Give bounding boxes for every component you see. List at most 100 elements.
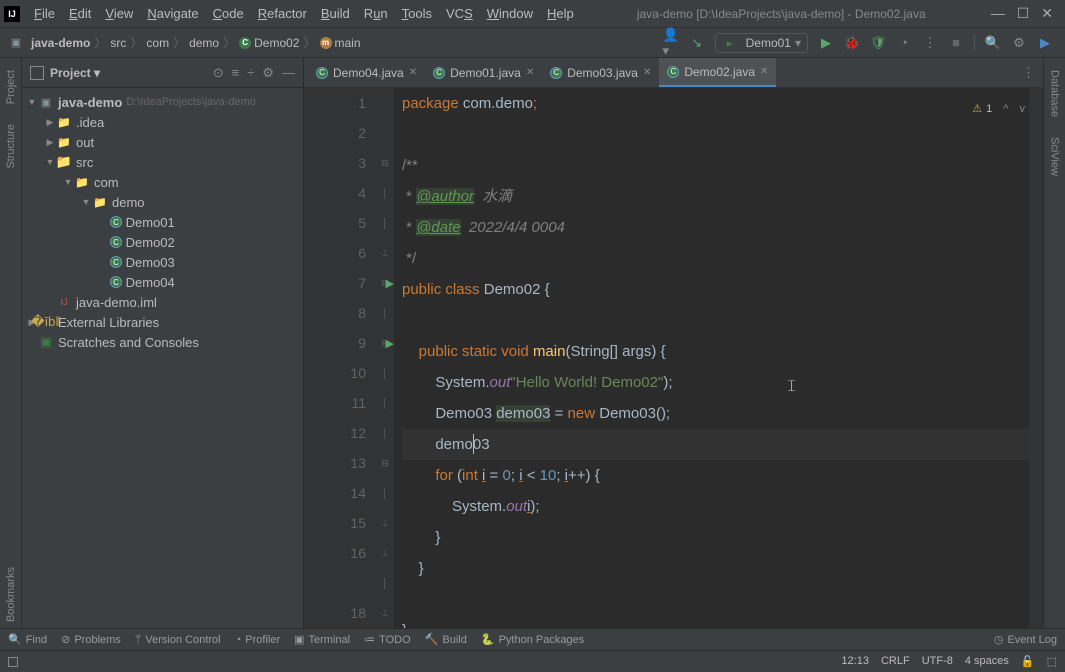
status-line-sep[interactable]: CRLF bbox=[881, 655, 910, 668]
status-encoding[interactable]: UTF-8 bbox=[922, 655, 953, 668]
menu-code[interactable]: Code bbox=[207, 4, 250, 23]
tw-eventlog[interactable]: ◷ Event Log bbox=[994, 633, 1057, 646]
debug-icon[interactable]: 🐞 bbox=[844, 35, 860, 51]
tree-demo02[interactable]: C Demo02 bbox=[22, 232, 303, 252]
plugins-icon[interactable]: ▶ bbox=[1037, 35, 1053, 51]
settings-icon[interactable]: ⚙ bbox=[1011, 35, 1027, 51]
tree-root[interactable]: ▼▣java-demoD:\IdeaProjects\java-demo bbox=[22, 92, 303, 112]
bc-class[interactable]: CDemo02 bbox=[239, 36, 299, 50]
status-tool-icon[interactable] bbox=[8, 657, 18, 667]
run-line-icon[interactable]: ▶ bbox=[386, 277, 394, 290]
tw-vcs[interactable]: ᛘ Version Control bbox=[135, 634, 221, 646]
status-readonly-icon[interactable]: 🔓 bbox=[1021, 655, 1035, 668]
intellij-icon: IJ bbox=[4, 6, 20, 22]
stop-icon[interactable]: ■ bbox=[948, 35, 964, 51]
status-bar: 12:13 CRLF UTF-8 4 spaces 🔓 ⬚ bbox=[0, 650, 1065, 672]
gutter-line: 5 bbox=[304, 208, 376, 238]
minimize-icon[interactable]: — bbox=[991, 5, 1005, 22]
sidebar-settings-icon[interactable]: ⚙ bbox=[262, 65, 274, 81]
tree-ext-libs[interactable]: ▶�ībǁExternal Libraries bbox=[22, 312, 303, 332]
main-area: Project Structure Bookmarks Project ▾ ⊙ … bbox=[0, 58, 1065, 628]
hide-sidebar-icon[interactable]: — bbox=[282, 65, 295, 81]
close-tab-icon[interactable]: ✕ bbox=[643, 67, 651, 78]
tree-demo03[interactable]: C Demo03 bbox=[22, 252, 303, 272]
tree-demo01[interactable]: C Demo01 bbox=[22, 212, 303, 232]
warning-indicator[interactable]: ⚠1 ^ v bbox=[972, 94, 1025, 125]
error-stripe[interactable] bbox=[1029, 88, 1043, 628]
gutter-line: 14 bbox=[304, 478, 376, 508]
project-tree[interactable]: ▼▣java-demoD:\IdeaProjects\java-demo ▶📁.… bbox=[22, 88, 303, 628]
bc-src[interactable]: src bbox=[110, 36, 126, 50]
rail-structure[interactable]: Structure bbox=[5, 118, 17, 175]
run-config-selector[interactable]: ▸Demo01 ▾ bbox=[715, 33, 808, 53]
menu-vcs[interactable]: VCS bbox=[440, 4, 479, 23]
sidebar-title[interactable]: Project ▾ bbox=[50, 66, 207, 80]
more-actions-icon[interactable]: ⋮ bbox=[922, 35, 938, 51]
rail-sciview[interactable]: SciView bbox=[1049, 131, 1061, 182]
tw-python[interactable]: 🐍 Python Packages bbox=[481, 633, 584, 646]
bc-com[interactable]: com bbox=[146, 36, 169, 50]
tw-build[interactable]: 🔨 Build bbox=[425, 633, 467, 646]
status-memory-icon[interactable]: ⬚ bbox=[1047, 655, 1057, 668]
collapse-all-icon[interactable]: ÷ bbox=[247, 65, 254, 81]
menu-build[interactable]: Build bbox=[315, 4, 356, 23]
profile-icon[interactable]: ◔ bbox=[896, 35, 912, 51]
search-icon[interactable]: 🔍 bbox=[985, 35, 1001, 51]
bc-method[interactable]: mmain bbox=[320, 36, 361, 50]
tree-out[interactable]: ▶📁out bbox=[22, 132, 303, 152]
tab-demo04[interactable]: CDemo04.java✕ bbox=[308, 58, 425, 87]
tw-terminal[interactable]: ▣ Terminal bbox=[294, 633, 350, 646]
tab-demo03[interactable]: CDemo03.java✕ bbox=[542, 58, 659, 87]
menu-file[interactable]: File bbox=[28, 4, 61, 23]
tree-iml[interactable]: IJjava-demo.iml bbox=[22, 292, 303, 312]
close-tab-icon[interactable]: ✕ bbox=[760, 66, 768, 77]
tree-scratches[interactable]: ▣Scratches and Consoles bbox=[22, 332, 303, 352]
tree-com[interactable]: ▼📁com bbox=[22, 172, 303, 192]
select-opened-icon[interactable]: ⊙ bbox=[213, 65, 224, 81]
menu-help[interactable]: Help bbox=[541, 4, 580, 23]
build-icon[interactable]: ↘ bbox=[689, 35, 705, 51]
tree-demo04[interactable]: C Demo04 bbox=[22, 272, 303, 292]
fold-column[interactable]: ⊟││⊥ ⊟│ ⊟│││ ⊟│⊥⊥│⊥ bbox=[376, 88, 394, 628]
tabs-menu-icon[interactable]: ⋮ bbox=[1014, 58, 1043, 87]
line-gutter[interactable]: 1 2 3 4 5 6 7▶ 8 9▶ 10 11 12 13 14 15 16… bbox=[304, 88, 376, 628]
text-cursor-icon: 𝙸 bbox=[786, 378, 797, 396]
tw-find[interactable]: 🔍 Find bbox=[8, 633, 47, 646]
menu-refactor[interactable]: Refactor bbox=[252, 4, 313, 23]
tree-src[interactable]: ▼📁src bbox=[22, 152, 303, 172]
tree-idea[interactable]: ▶📁.idea bbox=[22, 112, 303, 132]
run-icon[interactable]: ▶ bbox=[818, 35, 834, 51]
rail-bookmarks[interactable]: Bookmarks bbox=[5, 561, 17, 628]
left-tool-rail: Project Structure Bookmarks bbox=[0, 58, 22, 628]
expand-all-icon[interactable]: ≡ bbox=[232, 65, 240, 81]
menu-edit[interactable]: Edit bbox=[63, 4, 97, 23]
code-editor[interactable]: ⚠1 ^ v package com.demo; /** * @author 水… bbox=[394, 88, 1043, 628]
close-icon[interactable]: ✕ bbox=[1041, 5, 1053, 22]
bc-demo[interactable]: demo bbox=[189, 36, 219, 50]
tab-demo01[interactable]: CDemo01.java✕ bbox=[425, 58, 542, 87]
menu-window[interactable]: Window bbox=[481, 4, 539, 23]
window-controls: — ☐ ✕ bbox=[983, 5, 1061, 22]
menu-navigate[interactable]: Navigate bbox=[141, 4, 204, 23]
run-line-icon[interactable]: ▶ bbox=[386, 337, 394, 350]
menu-view[interactable]: View bbox=[99, 4, 139, 23]
add-user-icon[interactable]: 👤▾ bbox=[663, 35, 679, 51]
coverage-icon[interactable]: 🛡 bbox=[870, 35, 886, 51]
tw-todo[interactable]: ≔ TODO bbox=[364, 633, 411, 646]
tw-problems[interactable]: ⊘ Problems bbox=[61, 633, 121, 646]
tw-profiler[interactable]: ◔ Profiler bbox=[235, 634, 281, 646]
tree-demo[interactable]: ▼📁demo bbox=[22, 192, 303, 212]
right-tool-rail: Database SciView bbox=[1043, 58, 1065, 628]
rail-project[interactable]: Project bbox=[5, 64, 17, 110]
close-tab-icon[interactable]: ✕ bbox=[526, 67, 534, 78]
menu-tools[interactable]: Tools bbox=[396, 4, 438, 23]
gutter-line bbox=[304, 568, 376, 598]
tab-demo02[interactable]: CDemo02.java✕ bbox=[659, 58, 776, 87]
bc-project[interactable]: ▣java-demo bbox=[8, 35, 90, 51]
status-indent[interactable]: 4 spaces bbox=[965, 655, 1009, 668]
status-cursor-pos[interactable]: 12:13 bbox=[841, 655, 869, 668]
maximize-icon[interactable]: ☐ bbox=[1017, 5, 1030, 22]
menu-run[interactable]: Run bbox=[358, 4, 394, 23]
rail-database[interactable]: Database bbox=[1049, 64, 1061, 123]
close-tab-icon[interactable]: ✕ bbox=[409, 67, 417, 78]
